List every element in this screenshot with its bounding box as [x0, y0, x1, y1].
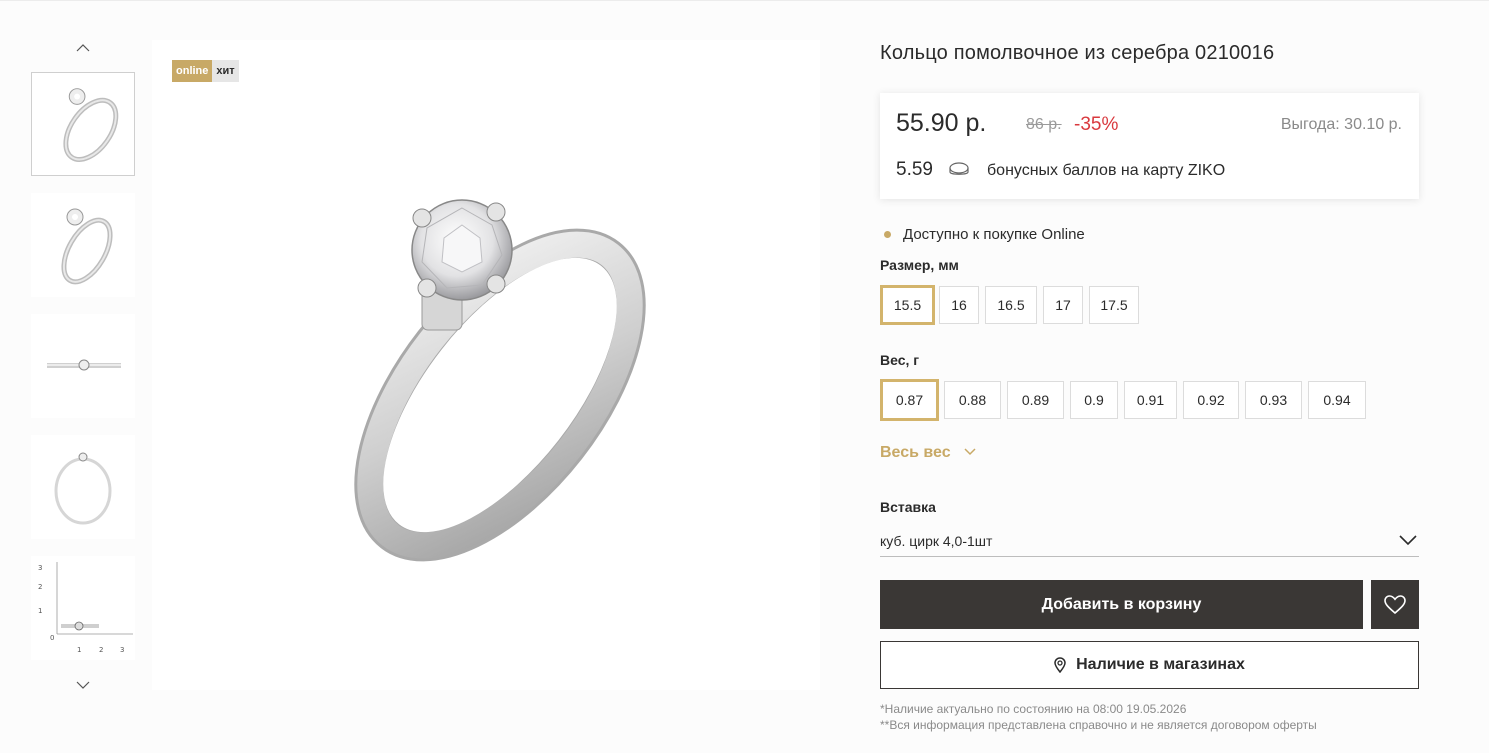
- discount-badge: -35%: [1074, 114, 1119, 135]
- benefit-text: Выгода: 30.10 р.: [1280, 116, 1402, 133]
- price-card: 55.90 р. 86 р. -35% Выгода: 30.10 р. 5.5…: [880, 93, 1419, 199]
- size-option[interactable]: 16: [939, 286, 979, 324]
- location-pin-icon: [1054, 657, 1066, 673]
- size-option[interactable]: 16.5: [985, 286, 1037, 324]
- ring-thumbnail-icon: [61, 208, 113, 285]
- badge-hit: хит: [212, 60, 239, 82]
- insert-select[interactable]: куб. цирк 4,0-1шт: [880, 527, 1419, 557]
- chevron-down-icon[interactable]: [963, 447, 977, 457]
- badge-online: online: [172, 60, 213, 82]
- scale-tick-x: 2: [99, 646, 103, 654]
- store-availability-label: Наличие в магазинах: [1076, 656, 1245, 673]
- ring-image: [354, 199, 646, 562]
- scale-tick-y: 2: [38, 583, 42, 591]
- weight-option[interactable]: 0.89: [1007, 381, 1064, 419]
- thumbnail-4[interactable]: [31, 435, 135, 539]
- thumbnail-1[interactable]: [31, 72, 135, 176]
- thumbnail-3[interactable]: [31, 314, 135, 418]
- bonus-text: бонусных баллов на карту ZIKO: [987, 162, 1226, 179]
- top-divider: [0, 0, 1489, 1]
- size-label: Размер, мм: [880, 257, 959, 273]
- availability-text: Доступно к покупке Online: [903, 226, 1085, 243]
- thumbnail-2[interactable]: [31, 193, 135, 297]
- size-option[interactable]: 17.5: [1089, 286, 1139, 324]
- ring-thumbnail-icon: [63, 88, 119, 162]
- coin-icon: [949, 162, 969, 175]
- weight-label: Вес, г: [880, 352, 920, 368]
- scale-tick-y: 1: [38, 607, 42, 615]
- old-price: 86 р.: [1026, 116, 1062, 133]
- size-option[interactable]: 15.5: [880, 285, 935, 325]
- ring-scale-thumbnail: 3 2 1 0 1 2 3: [38, 562, 133, 654]
- badges: online хит: [172, 60, 239, 82]
- chevron-down-icon: [76, 681, 90, 689]
- weight-option[interactable]: 0.9: [1070, 381, 1118, 419]
- weight-option[interactable]: 0.91: [1124, 381, 1177, 419]
- availability-dot: [884, 231, 891, 238]
- scale-tick-x: 3: [120, 646, 124, 654]
- weight-option[interactable]: 0.92: [1183, 381, 1239, 419]
- ring-thumbnail-icon: [54, 452, 112, 525]
- weight-option[interactable]: 0.93: [1245, 381, 1302, 419]
- current-price: 55.90 р.: [896, 109, 987, 137]
- insert-label: Вставка: [880, 499, 936, 515]
- scale-tick-x: 0: [50, 634, 54, 642]
- thumbs-up-arrow[interactable]: [70, 39, 96, 57]
- heart-icon: [1384, 594, 1406, 614]
- favorite-button[interactable]: [1371, 580, 1419, 629]
- size-option[interactable]: 17: [1043, 286, 1083, 324]
- scale-tick-y: 3: [38, 564, 42, 572]
- disclaimer-note: **Вся информация представлена справочно …: [880, 718, 1317, 732]
- ring-thumbnail-icon: [47, 359, 121, 371]
- weight-option[interactable]: 0.94: [1308, 381, 1366, 419]
- insert-value: куб. цирк 4,0-1шт: [880, 533, 993, 549]
- chevron-up-icon: [76, 44, 90, 52]
- thumbnail-5[interactable]: 3 2 1 0 1 2 3: [31, 556, 135, 660]
- all-weight-toggle[interactable]: Весь вес: [880, 444, 951, 462]
- store-availability-button[interactable]: Наличие в магазинах: [880, 641, 1419, 689]
- main-product-image[interactable]: online хит: [152, 40, 820, 690]
- scale-tick-x: 1: [77, 646, 81, 654]
- add-to-cart-button[interactable]: Добавить в корзину: [880, 580, 1363, 629]
- chevron-down-icon: [1399, 535, 1417, 546]
- weight-option[interactable]: 0.88: [944, 381, 1001, 419]
- availability-note: *Наличие актуально по состоянию на 08:00…: [880, 702, 1187, 716]
- product-title: Кольцо помолвочное из серебра 0210016: [880, 42, 1275, 64]
- bonus-value: 5.59: [896, 159, 933, 180]
- weight-option[interactable]: 0.87: [880, 379, 939, 421]
- thumbs-down-arrow[interactable]: [70, 676, 96, 694]
